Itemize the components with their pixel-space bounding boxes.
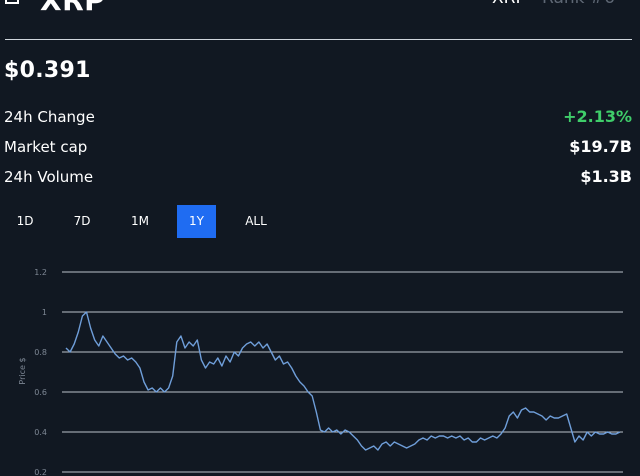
stat-row-market-cap: Market cap $19.7B — [4, 137, 632, 160]
chart-y-tick-label: 0.8 — [34, 348, 47, 357]
price-chart-svg: 0.2 0.4 0.6 0.8 1 1.2 Price $ — [18, 268, 623, 476]
app-header: XRP XRP Rank #6 — [0, 0, 640, 14]
tab-7d[interactable]: 7D — [61, 205, 103, 238]
coin-rank: Rank #6 — [542, 0, 615, 8]
xrp-logo-icon — [5, 0, 19, 4]
coin-name: XRP — [40, 0, 105, 14]
stat-label: 24h Change — [4, 108, 95, 126]
tab-1m[interactable]: 1M — [119, 205, 161, 238]
chart-y-tick-label: 1 — [42, 308, 47, 317]
chart-y-axis-label: Price $ — [18, 357, 27, 384]
tab-all[interactable]: ALL — [235, 205, 277, 238]
tab-1y[interactable]: 1Y — [177, 205, 216, 238]
chart-y-tick-label: 0.4 — [34, 428, 47, 437]
stat-value-24h-volume: $1.3B — [580, 167, 632, 186]
chart-y-tick-label: 1.2 — [34, 268, 47, 277]
tab-1d[interactable]: 1D — [4, 205, 46, 238]
stat-row-24h-volume: 24h Volume $1.3B — [4, 167, 632, 190]
stat-label: 24h Volume — [4, 168, 94, 186]
chart-series-line — [65, 311, 621, 451]
stat-label: Market cap — [4, 138, 88, 156]
stat-row-24h-change: 24h Change +2.13% — [4, 107, 632, 130]
stat-value-market-cap: $19.7B — [569, 137, 632, 156]
current-price: $0.391 — [4, 58, 91, 83]
coin-symbol: XRP — [492, 0, 526, 8]
header-divider — [5, 39, 632, 40]
chart-y-tick-label: 0.6 — [34, 388, 47, 397]
chart-y-tick-label: 0.2 — [34, 468, 47, 476]
price-chart: 0.2 0.4 0.6 0.8 1 1.2 Price $ — [0, 255, 640, 476]
stat-value-24h-change: +2.13% — [563, 107, 632, 126]
